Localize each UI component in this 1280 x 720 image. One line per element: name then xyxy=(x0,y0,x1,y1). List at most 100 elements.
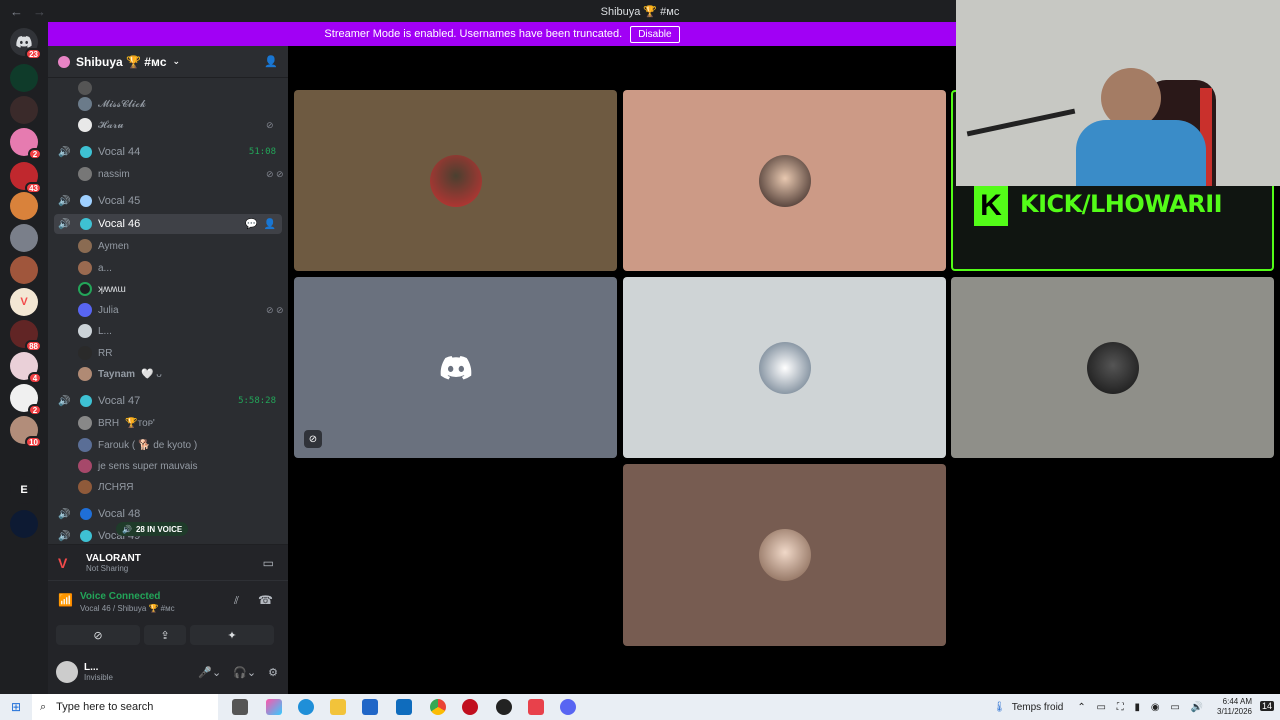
voice-user[interactable]: RR xyxy=(78,343,112,363)
copilot-icon[interactable] xyxy=(266,699,282,715)
camera-off-icon: ⊘ xyxy=(93,629,103,642)
voice-user[interactable]: L... xyxy=(78,321,112,341)
voice-status-title[interactable]: Voice Connected xyxy=(80,591,160,602)
server-icon-enation[interactable] xyxy=(10,510,38,538)
voice-user[interactable]: Julia ⊘ ⊘ xyxy=(78,300,284,320)
discord-taskbar-icon[interactable] xyxy=(560,699,576,715)
settings-gear-icon[interactable]: ⚙ xyxy=(268,666,278,679)
user-name: Julia xyxy=(98,304,119,316)
channel-name: Vocal 45 xyxy=(98,195,141,207)
chrome-icon[interactable] xyxy=(430,699,446,715)
webcam-mic-arm xyxy=(966,108,1076,137)
chat-icon[interactable]: 💬 xyxy=(245,219,257,230)
voice-user[interactable]: Aymen xyxy=(78,236,129,256)
valorant-taskbar-icon[interactable] xyxy=(528,699,544,715)
server-icon-e[interactable]: E xyxy=(10,476,38,504)
edge-icon[interactable] xyxy=(298,699,314,715)
share-screen-icon[interactable]: ▭ xyxy=(263,556,274,570)
server-icon[interactable] xyxy=(10,96,38,124)
activities-icon: ✦ xyxy=(227,629,237,642)
voice-user[interactable]: nassim ⊘ ⊘ xyxy=(78,164,284,184)
video-tile[interactable] xyxy=(951,277,1274,458)
voice-user[interactable]: a... xyxy=(78,258,112,278)
server-icon[interactable] xyxy=(10,256,38,284)
voice-user[interactable]: Taynam 🤍 ᴗ xyxy=(78,364,162,384)
voice-user[interactable]: 𝓜𝓲𝓼𝓼𝓒𝓵𝓲𝓬𝓴 xyxy=(78,94,146,114)
signal-icon[interactable]: 📶 xyxy=(58,593,73,607)
outlook-icon[interactable] xyxy=(396,699,412,715)
server-icon[interactable]: 2 xyxy=(10,128,42,160)
store-icon[interactable] xyxy=(362,699,378,715)
clock[interactable]: 6:44 AM 3/11/2026 xyxy=(1217,697,1252,717)
noise-suppression-icon[interactable]: ⫽ xyxy=(234,595,239,608)
windows-start-icon[interactable]: ⊞ xyxy=(0,700,32,714)
weather-icon[interactable]: 🌡 xyxy=(993,702,1006,713)
server-icon[interactable]: 88 xyxy=(10,320,42,352)
voice-channel-vocal48[interactable]: 🔊 Vocal 48 xyxy=(54,504,282,524)
muted-icon: ⊘ ⊘ xyxy=(266,168,284,179)
voice-channel-vocal47[interactable]: 🔊 Vocal 47 5:58:28 xyxy=(54,391,282,411)
disable-streamer-mode-button[interactable]: Disable xyxy=(630,25,680,43)
server-icon[interactable]: 43 xyxy=(10,162,42,194)
user-name: ЛСНЯЯ xyxy=(98,481,134,493)
voice-channel-vocal45[interactable]: 🔊 Vocal 45 xyxy=(54,191,282,211)
activities-button[interactable]: ✦ xyxy=(190,625,274,645)
in-voice-pill[interactable]: 🔊 28 IN VOICE xyxy=(116,522,189,536)
server-rail: 23 2 43 V 88 4 2 10 E xyxy=(0,22,48,694)
participant-avatar xyxy=(429,154,482,207)
server-icon-valorant[interactable]: V xyxy=(10,288,38,316)
user-name: ʞʍʍɯ xyxy=(98,283,126,295)
app-icon[interactable] xyxy=(462,699,478,715)
disconnect-icon[interactable]: ☎ xyxy=(258,593,273,607)
forward-arrow-icon[interactable]: → xyxy=(33,4,46,19)
voice-channel-path[interactable]: Vocal 46 / Shibuya 🏆 #ᴍᴄ xyxy=(80,604,175,613)
voice-user[interactable]: ЛСНЯЯ xyxy=(78,477,133,497)
user-name: Farouk ( 🐕 de kyoto ) xyxy=(98,439,198,451)
video-tile[interactable] xyxy=(623,277,946,458)
notification-icon[interactable]: 14 xyxy=(1259,701,1274,711)
server-icon-lfg[interactable] xyxy=(10,64,38,92)
voice-channel-vocal44[interactable]: 🔊 Vocal 44 51:08 xyxy=(54,142,282,162)
voice-channel-vocal46[interactable]: 🔊 Vocal 46 💬 👤 xyxy=(54,214,282,234)
task-view-icon[interactable] xyxy=(232,699,248,715)
weather-text[interactable]: Temps froid xyxy=(1012,702,1064,713)
user-name: 𝓗𝓪𝓻𝓾 xyxy=(98,119,124,131)
video-tile[interactable] xyxy=(623,90,946,271)
camera-button[interactable]: ⊘ xyxy=(56,625,140,645)
server-icon[interactable]: 10 xyxy=(10,416,42,448)
video-tile[interactable] xyxy=(623,464,946,646)
voice-user[interactable]: BRH 🏆ᴛᴏᴘ' xyxy=(78,413,155,433)
server-icon[interactable]: 4 xyxy=(10,352,42,384)
in-voice-count: 28 IN VOICE xyxy=(135,524,183,534)
server-icon[interactable] xyxy=(10,224,38,252)
server-icon[interactable]: 2 xyxy=(10,384,42,416)
file-explorer-icon[interactable] xyxy=(330,699,346,715)
video-tile[interactable]: ⊘ xyxy=(294,277,617,458)
invite-icon[interactable]: 👤 xyxy=(264,219,276,230)
add-member-icon[interactable]: 👤 xyxy=(264,55,278,68)
channel-icon xyxy=(80,395,92,407)
guild-header[interactable]: Shibuya 🏆 #ᴍᴄ ⌄ 👤 xyxy=(48,46,288,78)
headphones-icon[interactable]: 🎧⌄ xyxy=(233,666,256,679)
screen-share-button[interactable]: ⇪ xyxy=(144,625,186,645)
taskbar-search[interactable]: ⌕ Type here to search xyxy=(32,694,218,720)
video-tile[interactable] xyxy=(294,90,617,271)
back-arrow-icon[interactable]: ← xyxy=(10,4,23,19)
screen-share-icon: ⇪ xyxy=(160,629,170,642)
webcam-overlay xyxy=(956,0,1280,186)
voice-user[interactable]: je sens super mauvais xyxy=(78,456,198,476)
game-activity-panel: V VALORANT Not Sharing ▭ xyxy=(48,544,288,580)
voice-user[interactable]: 𝓗𝓪𝓻𝓾 ⊘ xyxy=(78,115,274,135)
voice-user[interactable]: Farouk ( 🐕 de kyoto ) xyxy=(78,435,197,455)
streamer-mode-banner: Streamer Mode is enabled. Usernames have… xyxy=(48,22,956,46)
channel-sidebar: Shibuya 🏆 #ᴍᴄ ⌄ 👤 𝓜𝓲𝓼𝓼𝓒𝓵𝓲𝓬𝓴 𝓗𝓪𝓻𝓾 ⊘ 🔊 Voca… xyxy=(48,46,288,694)
app-icon[interactable] xyxy=(496,699,512,715)
microphone-icon[interactable]: 🎤⌄ xyxy=(198,666,221,679)
discord-home-icon[interactable]: 23 xyxy=(10,28,42,60)
server-icon[interactable] xyxy=(10,192,38,220)
avatar[interactable] xyxy=(56,661,78,683)
speaker-icon: 🔊 xyxy=(122,524,132,534)
voice-user[interactable]: ʞʍʍɯ xyxy=(78,279,126,299)
tray-icons[interactable]: ⌃ ▭ ⛶ ▮ ◉ ▭ 🔊 xyxy=(1077,702,1207,713)
speaker-icon: 🔊 xyxy=(58,508,71,520)
